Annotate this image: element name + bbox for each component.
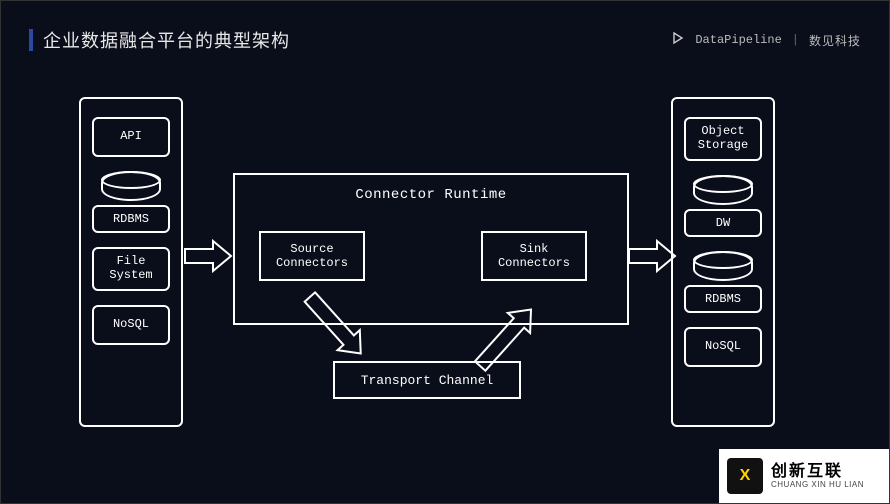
sink-dw: DW — [684, 175, 762, 237]
sink-connectors: SinkConnectors — [481, 231, 587, 281]
source-rdbms-label: RDBMS — [92, 205, 170, 233]
watermark: X 创新互联 CHUANG XIN HU LIAN — [719, 449, 889, 503]
sink-nosql: NoSQL — [684, 327, 762, 367]
source-rdbms: RDBMS — [92, 171, 170, 233]
watermark-line1: 创新互联 — [771, 464, 864, 480]
brand-product: DataPipeline — [695, 33, 781, 47]
transport-channel: Transport Channel — [333, 361, 521, 399]
source-filesystem: FileSystem — [92, 247, 170, 291]
sink-rdbms-label: RDBMS — [684, 285, 762, 313]
database-icon — [693, 251, 753, 281]
sink-connectors-label: SinkConnectors — [498, 242, 570, 271]
source-connectors: SourceConnectors — [259, 231, 365, 281]
source-nosql: NoSQL — [92, 305, 170, 345]
brand-logo-icon — [671, 31, 685, 49]
arrow-left-to-runtime-icon — [185, 241, 231, 271]
sink-dw-label: DW — [684, 209, 762, 237]
source-nosql-label: NoSQL — [113, 318, 149, 332]
sink-rdbms: RDBMS — [684, 251, 762, 313]
source-filesystem-label: FileSystem — [109, 255, 152, 283]
page-title: 企业数据融合平台的典型架构 — [43, 27, 290, 53]
title-bar: 企业数据融合平台的典型架构 — [29, 27, 290, 53]
connector-runtime-title: Connector Runtime — [235, 187, 627, 203]
arrow-runtime-to-right-icon — [629, 241, 675, 271]
sink-nosql-label: NoSQL — [705, 340, 741, 354]
source-connectors-label: SourceConnectors — [276, 242, 348, 271]
database-icon — [101, 171, 161, 201]
sink-systems-column: ObjectStorage DW RDBMS NoSQL — [671, 97, 775, 427]
watermark-text: 创新互联 CHUANG XIN HU LIAN — [771, 464, 864, 489]
watermark-badge-icon: X — [727, 458, 763, 494]
source-api: API — [92, 117, 170, 157]
watermark-line2: CHUANG XIN HU LIAN — [771, 480, 864, 489]
brand-company: 数见科技 — [809, 32, 861, 49]
sink-object-storage: ObjectStorage — [684, 117, 762, 161]
transport-channel-label: Transport Channel — [361, 373, 494, 388]
source-api-label: API — [120, 130, 142, 144]
sink-object-storage-label: ObjectStorage — [698, 125, 748, 153]
source-systems-column: API RDBMS FileSystem NoSQL — [79, 97, 183, 427]
title-marker-icon — [29, 29, 33, 51]
brand-separator-icon: | — [792, 33, 799, 47]
database-icon — [693, 175, 753, 205]
slide: 企业数据融合平台的典型架构 DataPipeline | 数见科技 API RD… — [0, 0, 890, 504]
brand-block: DataPipeline | 数见科技 — [671, 31, 861, 49]
